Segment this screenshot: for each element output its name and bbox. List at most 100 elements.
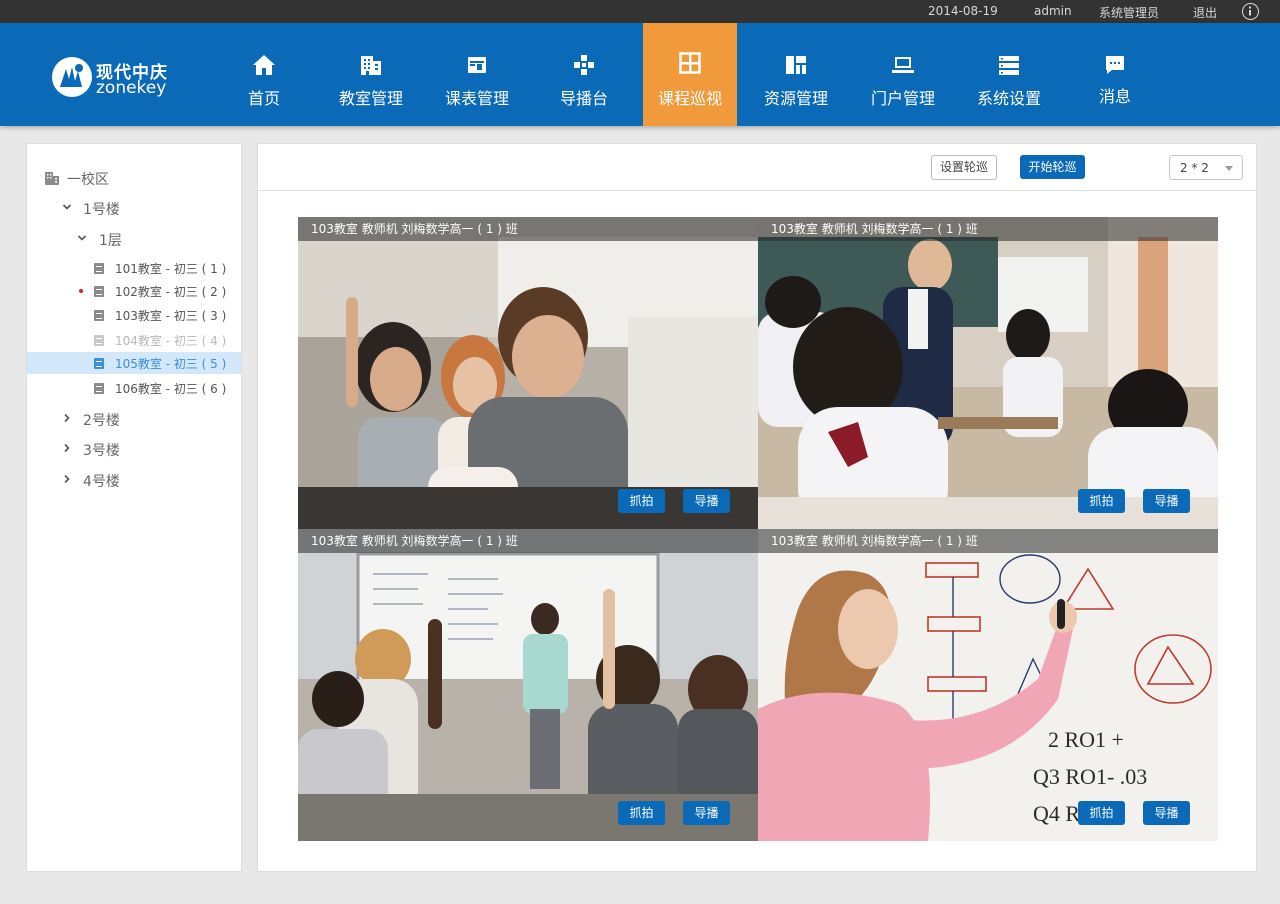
tree-campus-label: 一校区 bbox=[67, 172, 109, 188]
info-icon[interactable] bbox=[1242, 3, 1259, 20]
layout-select[interactable]: 2 * 2 bbox=[1169, 155, 1243, 180]
nav-classroom-management[interactable]: 教室管理 bbox=[319, 23, 423, 126]
alert-dot-icon bbox=[79, 289, 83, 293]
tree-floor-1[interactable]: 1层 bbox=[27, 229, 241, 249]
logout-link[interactable]: 退出 bbox=[1193, 4, 1217, 21]
caret-down-icon bbox=[1225, 166, 1233, 171]
document-icon bbox=[94, 310, 104, 321]
chevron-down-icon bbox=[77, 235, 87, 241]
nav-label: 教室管理 bbox=[338, 89, 403, 108]
tree-room-label: 104教室 - 初三 ( 4 ) bbox=[115, 334, 227, 348]
start-patrol-button[interactable]: 开始轮巡 bbox=[1020, 155, 1085, 179]
nav-system-settings[interactable]: 系统设置 bbox=[957, 23, 1061, 126]
video-cell[interactable]: 103教室 教师机 刘梅数学高一 ( 1 ) 班 抓拍 导播 bbox=[298, 217, 758, 529]
patrol-panel: 设置轮巡 开始轮巡 2 * 2 103教室 教师机 刘梅数学高一 (1) 班… bbox=[257, 143, 1257, 872]
tree-building-3[interactable]: 3号楼 bbox=[27, 439, 241, 459]
nav-label: 课程巡视 bbox=[657, 89, 722, 108]
document-icon bbox=[94, 358, 104, 369]
nav-course-patrol[interactable]: 课程巡视 bbox=[643, 23, 737, 126]
brand-name-en: zonekey bbox=[96, 78, 167, 98]
direct-button[interactable]: 导播 bbox=[1143, 801, 1190, 825]
nav-label: 导播台 bbox=[559, 89, 608, 108]
video-caption: 103教室 教师机 刘梅数学高一 ( 1 ) 班 bbox=[298, 217, 758, 241]
nav-schedule-management[interactable]: 课表管理 bbox=[425, 23, 529, 126]
video-cell[interactable]: 103教室 教师机 刘梅数学高一 ( 1 ) 班 抓拍 导播 bbox=[298, 529, 758, 841]
user-role: 系统管理员 bbox=[1099, 6, 1160, 20]
server-icon bbox=[999, 56, 1019, 75]
classroom-video-feed: 2 RO1 + Q3 RO1- .03 Q4 RO bbox=[758, 529, 1218, 841]
chevron-right-icon bbox=[64, 443, 70, 453]
tree-room-102[interactable]: 102教室 - 初三 ( 2 ) bbox=[27, 280, 241, 302]
nav-director-console[interactable]: 导播台 bbox=[532, 23, 636, 126]
layout-select-value: 2 * 2 bbox=[1180, 161, 1209, 175]
tree-room-106[interactable]: 106教室 - 初三 ( 6 ) bbox=[27, 377, 241, 399]
tree-building-label: 2号楼 bbox=[83, 413, 120, 429]
nav-label: 资源管理 bbox=[763, 89, 828, 108]
brand-logo[interactable]: 现代中庆 zonekey bbox=[52, 57, 182, 99]
video-grid: 103教室 教师机 刘梅数学高一 ( 1 ) 班 抓拍 导播 103教室 教师机… bbox=[298, 217, 1218, 841]
resource-icon bbox=[786, 56, 806, 74]
tree-campus[interactable]: 一校区 bbox=[27, 168, 241, 188]
nav-label: 消息 bbox=[1098, 87, 1131, 106]
video-caption: 103教室 教师机 刘梅数学高一 ( 1 ) 班 bbox=[298, 529, 758, 553]
nav-label: 首页 bbox=[247, 89, 280, 108]
document-icon bbox=[94, 335, 104, 346]
tree-room-104[interactable]: 104教室 - 初三 ( 4 ) bbox=[27, 329, 241, 351]
video-cell[interactable]: 2 RO1 + Q3 RO1- .03 Q4 RO 103教室 教师机 刘梅数学… bbox=[758, 529, 1218, 841]
tree-building-2[interactable]: 2号楼 bbox=[27, 409, 241, 429]
nav-resource-management[interactable]: 资源管理 bbox=[744, 23, 848, 126]
schedule-icon bbox=[468, 57, 486, 73]
chevron-down-icon bbox=[62, 204, 72, 210]
direct-button[interactable]: 导播 bbox=[683, 801, 730, 825]
toolbar-divider bbox=[258, 190, 1256, 191]
nav-messages[interactable]: 消息 bbox=[1063, 23, 1167, 126]
chevron-right-icon bbox=[64, 413, 70, 423]
tree-room-label: 102教室 - 初三 ( 2 ) bbox=[115, 285, 227, 299]
current-date: 2014-08-19 bbox=[928, 4, 998, 18]
snapshot-button[interactable]: 抓拍 bbox=[1078, 489, 1125, 513]
snapshot-button[interactable]: 抓拍 bbox=[618, 489, 665, 513]
tree-room-103[interactable]: 103教室 - 初三 ( 3 ) bbox=[27, 304, 241, 326]
direct-button[interactable]: 导播 bbox=[683, 489, 730, 513]
nav-label: 系统设置 bbox=[976, 89, 1041, 108]
video-caption: 103教室 教师机 刘梅数学高一 ( 1 ) 班 bbox=[758, 529, 1218, 553]
classroom-video-feed bbox=[298, 217, 758, 529]
main-header: 现代中庆 zonekey 首页 教室管理 课表管理 导播台 课程巡视 资源管理 … bbox=[0, 23, 1280, 126]
document-icon bbox=[94, 286, 104, 297]
svg-text:Q3 RO1- .03: Q3 RO1- .03 bbox=[1033, 764, 1147, 789]
building-icon bbox=[361, 56, 381, 75]
video-cell[interactable]: 103教室 教师机 刘梅数学高一 ( 1 ) 班 抓拍 导播 bbox=[758, 217, 1218, 529]
nav-label: 课表管理 bbox=[444, 89, 509, 108]
nav-home[interactable]: 首页 bbox=[212, 23, 316, 126]
document-icon bbox=[94, 383, 104, 394]
tree-room-101[interactable]: 101教室 - 初三 ( 1 ) bbox=[27, 257, 241, 279]
message-icon bbox=[1106, 56, 1124, 74]
tree-room-label: 106教室 - 初三 ( 6 ) bbox=[115, 382, 227, 396]
tree-building-1[interactable]: 1号楼 bbox=[27, 198, 241, 218]
snapshot-button[interactable]: 抓拍 bbox=[1078, 801, 1125, 825]
tree-building-label: 4号楼 bbox=[83, 474, 120, 490]
tree-building-4[interactable]: 4号楼 bbox=[27, 470, 241, 490]
tree-room-105[interactable]: 105教室 - 初三 ( 5 ) bbox=[27, 352, 241, 374]
snapshot-button[interactable]: 抓拍 bbox=[618, 801, 665, 825]
grid-icon bbox=[679, 52, 701, 74]
tree-floor-label: 1层 bbox=[99, 233, 122, 249]
username: admin bbox=[1034, 4, 1072, 18]
top-status-bar: 2014-08-19 admin 系统管理员 退出 bbox=[0, 0, 1280, 23]
chevron-right-icon bbox=[64, 474, 70, 484]
building-icon bbox=[45, 172, 59, 185]
svg-text:2 RO1 +: 2 RO1 + bbox=[1048, 727, 1124, 752]
direct-button[interactable]: 导播 bbox=[1143, 489, 1190, 513]
tree-room-label: 105教室 - 初三 ( 5 ) bbox=[115, 357, 227, 371]
document-icon bbox=[94, 263, 104, 274]
tree-room-label: 101教室 - 初三 ( 1 ) bbox=[115, 262, 227, 276]
home-icon bbox=[253, 55, 275, 75]
classroom-video-feed bbox=[758, 217, 1218, 529]
set-patrol-button[interactable]: 设置轮巡 bbox=[931, 155, 997, 180]
classroom-tree-panel: 一校区 1号楼 1层 101教室 - 初三 ( 1 ) 102教室 - 初三 (… bbox=[26, 143, 242, 872]
nav-portal-management[interactable]: 门户管理 bbox=[851, 23, 955, 126]
video-caption: 103教室 教师机 刘梅数学高一 ( 1 ) 班 bbox=[758, 217, 1218, 241]
tree-room-label: 103教室 - 初三 ( 3 ) bbox=[115, 309, 227, 323]
tree-building-label: 1号楼 bbox=[83, 202, 120, 218]
logo-mark-icon bbox=[52, 57, 92, 97]
